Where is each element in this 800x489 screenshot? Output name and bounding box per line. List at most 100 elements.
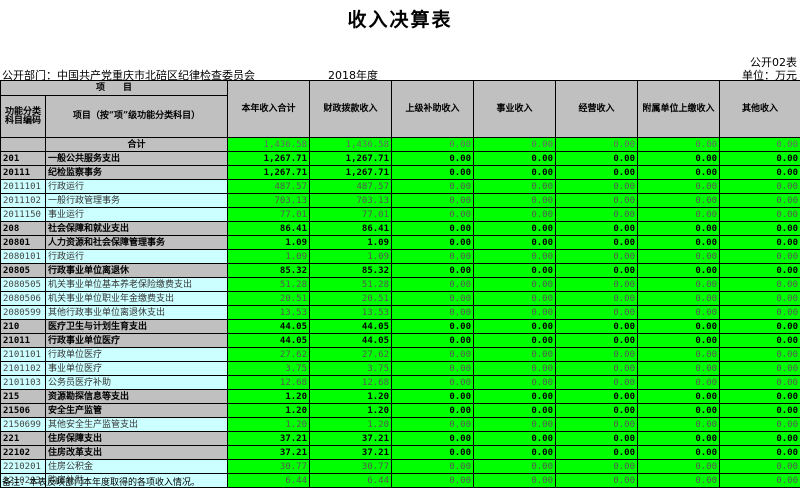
page-title: 收入决算表 [347, 9, 453, 31]
cell-value: 30.77 [227, 459, 311, 474]
cell-value: 0.00 [473, 431, 557, 446]
cell-value: 0.00 [555, 431, 639, 446]
cell-value: 0.00 [555, 235, 639, 250]
cell-value: 85.32 [309, 263, 393, 278]
cell-value: 0.00 [637, 207, 721, 222]
cell-value: 77.01 [227, 207, 311, 222]
cell-value: 0.00 [473, 473, 557, 488]
cell-value: 0.00 [555, 151, 639, 166]
row-name: 行政事业单位医疗 [44, 333, 229, 348]
table-row: 221 住房保障支出 37.21 37.21 0.00 0.00 0.00 0.00 0.00 [0, 431, 800, 446]
cell-value: 0.00 [391, 193, 475, 208]
cell-value: 37.21 [309, 431, 393, 446]
cell-value: 487.57 [309, 179, 393, 194]
cell-value: 0.00 [719, 235, 800, 250]
cell-value: 0.00 [473, 375, 557, 390]
cell-value: 0.00 [391, 459, 475, 474]
cell-value: 0.00 [555, 277, 639, 292]
cell-value: 487.57 [227, 179, 311, 194]
row-code: 2080101 [0, 249, 46, 264]
row-name: 医疗卫生与计划生育支出 [44, 319, 229, 334]
table-row: 2101103 公务员医疗补助 12.68 12.68 0.00 0.00 0.00 0.00… [0, 375, 800, 390]
cell-value: 0.00 [391, 151, 475, 166]
cell-value: 0.00 [555, 319, 639, 334]
cell-value: 1,436.58 [227, 137, 311, 152]
cell-value: 0.00 [719, 445, 800, 460]
col-header-fiscal: 财政拨款收入 [309, 80, 393, 138]
col-header-other: 其他收入 [719, 80, 800, 138]
row-name: 事业运行 [44, 207, 229, 222]
table-row: 20111 纪检监察事务 1,267.71 1,267.71 0.00 0.00 0.00 0… [0, 165, 800, 180]
row-code: 215 [0, 389, 46, 404]
row-name: 住房保障支出 [44, 431, 229, 446]
table-row: 210 医疗卫生与计划生育支出 44.05 44.05 0.00 0.00 0.00 0.00… [0, 319, 800, 334]
cell-value: 0.00 [637, 277, 721, 292]
cell-value: 0.00 [637, 347, 721, 362]
cell-value: 0.00 [719, 319, 800, 334]
row-code: 2080599 [0, 305, 46, 320]
cell-value: 0.00 [555, 375, 639, 390]
cell-value: 0.00 [719, 151, 800, 166]
row-name: 社会保障和就业支出 [44, 221, 229, 236]
cell-value: 0.00 [637, 179, 721, 194]
col-header-business: 事业收入 [473, 80, 557, 138]
cell-value: 0.00 [719, 375, 800, 390]
cell-value: 0.00 [637, 445, 721, 460]
row-name: 行政运行 [44, 179, 229, 194]
cell-value: 1.20 [227, 403, 311, 418]
row-name: 机关事业单位职业年金缴费支出 [44, 291, 229, 306]
cell-value: 44.05 [227, 333, 311, 348]
table-row: 20801 人力资源和社会保障管理事务 1.09 1.09 0.00 0.00 0.00 0.… [0, 235, 800, 250]
cell-value: 0.00 [473, 277, 557, 292]
cell-value: 1.20 [309, 389, 393, 404]
cell-value: 1.20 [309, 417, 393, 432]
row-name: 合计 [44, 137, 229, 152]
row-code: 2101103 [0, 375, 46, 390]
cell-value: 0.00 [391, 179, 475, 194]
cell-value: 0.00 [391, 263, 475, 278]
row-name: 其他安全生产监管支出 [44, 417, 229, 432]
table-row: 201 一般公共服务支出 1,267.71 1,267.71 0.00 0.00 0.00 0… [0, 151, 800, 166]
cell-value: 0.00 [473, 193, 557, 208]
cell-value: 85.32 [227, 263, 311, 278]
table-row: 2101101 行政单位医疗 27.62 27.62 0.00 0.00 0.00 0.00 0… [0, 347, 800, 362]
row-code: 208 [0, 221, 46, 236]
income-statement-table: 项 目 本年收入合计 财政拨款收入 上级补助收入 事业收入 经营收入 附属单位上… [0, 80, 800, 488]
cell-value: 0.00 [391, 375, 475, 390]
item-group-header: 项 目 [0, 80, 229, 96]
cell-value: 51.28 [227, 277, 311, 292]
row-code: 2210201 [0, 459, 46, 474]
table-row: 2210201 住房公积金 30.77 30.77 0.00 0.00 0.00 0.00 0.… [0, 459, 800, 474]
row-code: 20801 [0, 235, 46, 250]
cell-value: 1.20 [227, 417, 311, 432]
cell-value: 0.00 [391, 221, 475, 236]
row-name: 人力资源和社会保障管理事务 [44, 235, 229, 250]
cell-value: 30.77 [309, 459, 393, 474]
cell-value: 0.00 [637, 235, 721, 250]
row-name: 行政事业单位离退休 [44, 263, 229, 278]
cell-value: 0.00 [555, 179, 639, 194]
cell-value: 0.00 [391, 361, 475, 376]
cell-value: 3.75 [309, 361, 393, 376]
cell-value: 0.00 [391, 431, 475, 446]
cell-value: 13.53 [309, 305, 393, 320]
cell-value: 1.09 [309, 249, 393, 264]
cell-value: 0.00 [555, 305, 639, 320]
cell-value: 0.00 [555, 137, 639, 152]
cell-value: 0.00 [473, 179, 557, 194]
cell-value: 0.00 [391, 249, 475, 264]
col-header-name: 项目（按“项”级功能分类科目） [44, 95, 229, 138]
cell-value: 44.05 [309, 319, 393, 334]
row-code: 2080506 [0, 291, 46, 306]
cell-value: 1.09 [309, 235, 393, 250]
row-code: 20111 [0, 165, 46, 180]
cell-value: 20.51 [309, 291, 393, 306]
row-name: 住房公积金 [44, 459, 229, 474]
row-name: 资源勘探信息等支出 [44, 389, 229, 404]
cell-value: 3.75 [227, 361, 311, 376]
cell-value: 703.13 [227, 193, 311, 208]
cell-value: 0.00 [391, 333, 475, 348]
table-row: 22102 住房改革支出 37.21 37.21 0.00 0.00 0.00 0.00 0.0… [0, 445, 800, 460]
cell-value: 27.62 [309, 347, 393, 362]
cell-value: 0.00 [473, 319, 557, 334]
